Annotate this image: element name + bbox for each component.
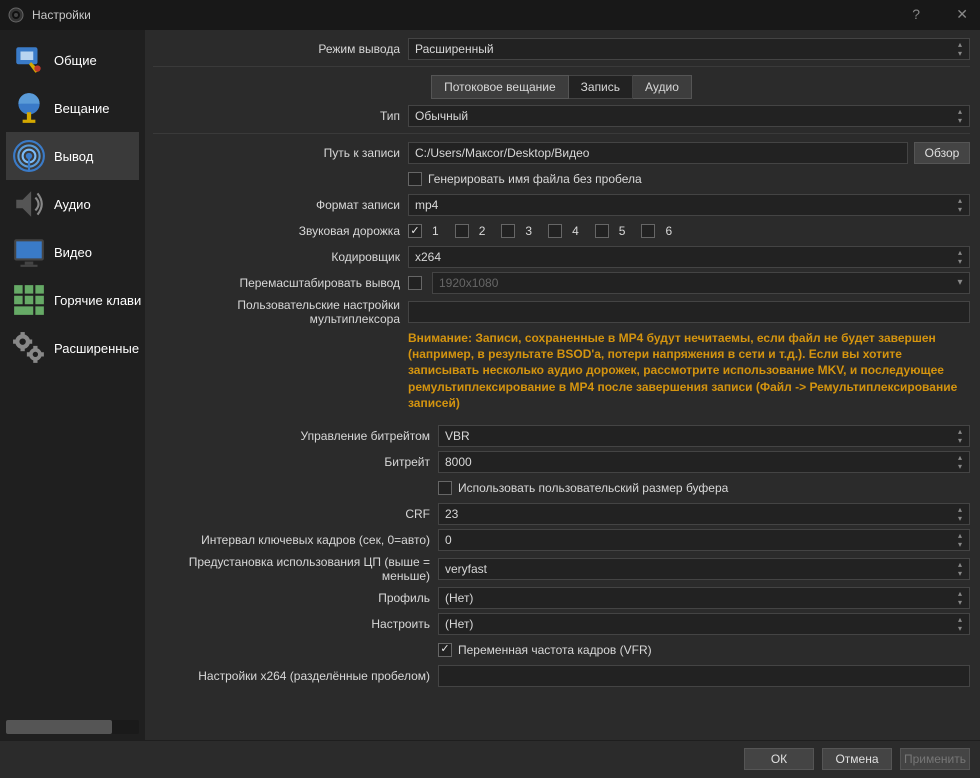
track-6-checkbox[interactable] — [641, 224, 655, 238]
rescale-label: Перемасштабировать вывод — [153, 276, 408, 290]
track-5-checkbox[interactable] — [595, 224, 609, 238]
no-space-label: Генерировать имя файла без пробела — [428, 172, 642, 186]
keyint-input[interactable]: 0 — [438, 529, 970, 551]
tab-streaming[interactable]: Потоковое вещание — [431, 75, 569, 99]
cancel-button[interactable]: Отмена — [822, 748, 892, 770]
sidebar-item-audio[interactable]: Аудио — [6, 180, 139, 228]
sidebar-item-label: Горячие клави — [54, 293, 141, 308]
x264opts-input[interactable] — [438, 665, 970, 687]
keyint-label: Интервал ключевых кадров (сек, 0=авто) — [153, 533, 438, 547]
preset-label: Предустановка использования ЦП (выше = м… — [153, 555, 438, 583]
ok-button[interactable]: ОК — [744, 748, 814, 770]
sidebar-item-advanced[interactable]: Расширенные — [6, 324, 139, 372]
tab-audio[interactable]: Аудио — [633, 75, 692, 99]
path-input[interactable] — [408, 142, 908, 164]
track-2-label: 2 — [479, 224, 486, 238]
preset-select[interactable]: veryfast — [438, 558, 970, 580]
muxer-label: Пользовательские настройки мультиплексор… — [153, 298, 408, 326]
divider — [153, 66, 970, 67]
output-mode-label: Режим вывода — [153, 42, 408, 56]
rescale-checkbox[interactable] — [408, 276, 422, 290]
output-icon — [12, 139, 46, 173]
tune-label: Настроить — [153, 617, 438, 631]
video-icon — [12, 235, 46, 269]
help-button[interactable]: ? — [912, 6, 920, 22]
sidebar-item-label: Вещание — [54, 101, 110, 116]
browse-button[interactable]: Обзор — [914, 142, 970, 164]
crf-label: CRF — [153, 507, 438, 521]
track-5-label: 5 — [619, 224, 626, 238]
stream-icon — [12, 91, 46, 125]
type-label: Тип — [153, 109, 408, 123]
track-3-checkbox[interactable] — [501, 224, 515, 238]
sidebar-item-output[interactable]: Вывод — [6, 132, 139, 180]
sidebar-scrollbar[interactable] — [6, 720, 139, 734]
track-4-label: 4 — [572, 224, 579, 238]
x264opts-label: Настройки x264 (разделённые пробелом) — [153, 669, 438, 683]
content-area: Режим вывода Расширенный Потоковое вещан… — [145, 30, 980, 740]
app-icon — [8, 7, 24, 23]
sidebar-item-label: Общие — [54, 53, 97, 68]
output-mode-select[interactable]: Расширенный — [408, 38, 970, 60]
bitrate-label: Битрейт — [153, 455, 438, 469]
sidebar-item-hotkeys[interactable]: Горячие клави — [6, 276, 139, 324]
track-3-label: 3 — [525, 224, 532, 238]
custom-buffer-label: Использовать пользовательский размер буф… — [458, 481, 728, 495]
rescale-select[interactable]: 1920x1080 — [432, 272, 970, 294]
divider — [153, 133, 970, 134]
sidebar-item-stream[interactable]: Вещание — [6, 84, 139, 132]
type-select[interactable]: Обычный — [408, 105, 970, 127]
vfr-checkbox[interactable] — [438, 643, 452, 657]
close-button[interactable]: ✕ — [956, 6, 968, 23]
sidebar-item-label: Расширенные — [54, 341, 139, 356]
sidebar: Общие Вещание Вывод Аудио Видео Горячие … — [0, 30, 145, 740]
output-tabs: Потоковое вещание Запись Аудио — [153, 75, 970, 99]
format-select[interactable]: mp4 — [408, 194, 970, 216]
no-space-checkbox[interactable] — [408, 172, 422, 186]
sidebar-item-label: Видео — [54, 245, 92, 260]
sidebar-item-label: Аудио — [54, 197, 91, 212]
apply-button[interactable]: Применить — [900, 748, 970, 770]
rate-control-select[interactable]: VBR — [438, 425, 970, 447]
titlebar: Настройки ? ✕ — [0, 0, 980, 30]
dialog-footer: ОК Отмена Применить — [0, 740, 980, 776]
mp4-warning: Внимание: Записи, сохраненные в MP4 буду… — [153, 330, 970, 411]
encoder-select[interactable]: x264 — [408, 246, 970, 268]
tab-recording[interactable]: Запись — [569, 75, 633, 99]
crf-input[interactable]: 23 — [438, 503, 970, 525]
custom-buffer-checkbox[interactable] — [438, 481, 452, 495]
profile-select[interactable]: (Нет) — [438, 587, 970, 609]
sidebar-item-video[interactable]: Видео — [6, 228, 139, 276]
sidebar-item-general[interactable]: Общие — [6, 36, 139, 84]
advanced-icon — [12, 331, 46, 365]
profile-label: Профиль — [153, 591, 438, 605]
format-label: Формат записи — [153, 198, 408, 212]
window-title: Настройки — [32, 8, 91, 22]
track-1-checkbox[interactable] — [408, 224, 422, 238]
bitrate-input[interactable]: 8000 — [438, 451, 970, 473]
general-icon — [12, 43, 46, 77]
hotkeys-icon — [12, 283, 46, 317]
track-6-label: 6 — [665, 224, 672, 238]
track-1-label: 1 — [432, 224, 439, 238]
audio-icon — [12, 187, 46, 221]
muxer-input[interactable] — [408, 301, 970, 323]
path-label: Путь к записи — [153, 146, 408, 160]
vfr-label: Переменная частота кадров (VFR) — [458, 643, 652, 657]
tune-select[interactable]: (Нет) — [438, 613, 970, 635]
encoder-label: Кодировщик — [153, 250, 408, 264]
sidebar-item-label: Вывод — [54, 149, 93, 164]
rate-control-label: Управление битрейтом — [153, 429, 438, 443]
track-4-checkbox[interactable] — [548, 224, 562, 238]
tracks-label: Звуковая дорожка — [153, 224, 408, 238]
track-2-checkbox[interactable] — [455, 224, 469, 238]
